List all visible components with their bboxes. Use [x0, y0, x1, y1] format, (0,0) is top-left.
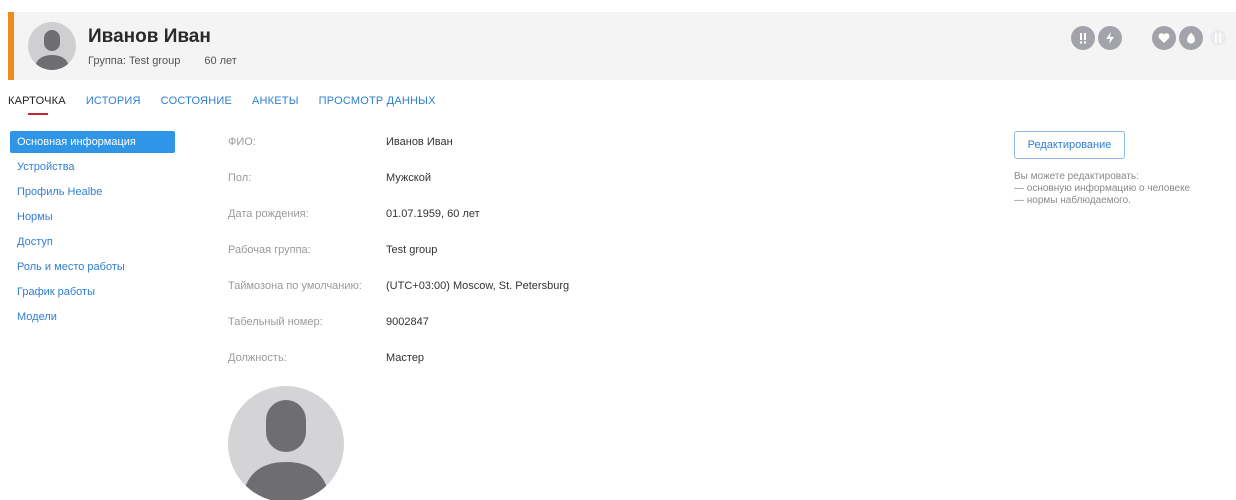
edit-button[interactable]: Редактирование — [1014, 131, 1125, 159]
info-value: 9002847 — [386, 316, 429, 328]
hint-line: — основную информацию о человеке — [1014, 183, 1191, 194]
person-group: Группа: Test group — [88, 55, 181, 67]
header-accent-bar — [8, 12, 14, 80]
info-value: Test group — [386, 244, 438, 256]
info-row-gender: Пол: Мужской — [228, 167, 569, 203]
info-label: Табельный номер: — [228, 316, 323, 328]
sidebar-item-healbe-profile[interactable]: Профиль Healbe — [10, 181, 175, 206]
heart-icon[interactable] — [1152, 26, 1176, 50]
info-value: 01.07.1959, 60 лет — [386, 208, 480, 220]
status-icons — [1071, 26, 1230, 50]
info-label: Дата рождения: — [228, 208, 309, 220]
person-age: 60 лет — [204, 55, 237, 67]
info-label: Должность: — [228, 352, 287, 364]
tab-state[interactable]: СОСТОЯНИЕ — [161, 95, 232, 115]
hint-line: — нормы наблюдаемого. — [1014, 195, 1131, 206]
user-silhouette-icon — [34, 30, 70, 70]
edit-hint: Вы можете редактировать: — основную инфо… — [1014, 171, 1190, 207]
info-row-employee-number: Табельный номер: 9002847 — [228, 311, 569, 347]
info-value: Мастер — [386, 352, 425, 364]
tab-history[interactable]: ИСТОРИЯ — [86, 95, 141, 115]
info-value: (UTC+03:00) Moscow, St. Petersburg — [386, 280, 570, 292]
info-row-birthdate: Дата рождения: 01.07.1959, 60 лет — [228, 203, 569, 239]
info-table: ФИО: Иванов Иван Пол: Мужской Дата рожде… — [228, 131, 569, 383]
sidebar-item-schedule[interactable]: График работы — [10, 281, 175, 306]
profile-header: Иванов Иван Группа: Test group 60 лет — [8, 12, 1236, 80]
info-value: Мужской — [386, 172, 431, 184]
sidebar-item-basic-info[interactable]: Основная информация — [10, 131, 175, 153]
drop-icon[interactable] — [1179, 26, 1203, 50]
tab-card[interactable]: КАРТОЧКА — [8, 95, 66, 115]
info-label: Таймозона по умолчанию: — [228, 280, 362, 292]
person-meta: Группа: Test group 60 лет — [88, 55, 261, 67]
sidebar: Основная информация Устройства Профиль H… — [10, 131, 175, 331]
info-row-position: Должность: Мастер — [228, 347, 569, 383]
info-label: ФИО: — [228, 136, 256, 148]
user-silhouette-icon — [242, 400, 330, 500]
alert-icon[interactable] — [1071, 26, 1095, 50]
fork-icon[interactable] — [1206, 26, 1230, 50]
avatar — [28, 22, 76, 70]
profile-photo — [228, 386, 344, 500]
sidebar-item-role[interactable]: Роль и место работы — [10, 256, 175, 281]
info-label: Рабочая группа: — [228, 244, 311, 256]
info-value: Иванов Иван — [386, 136, 453, 148]
info-row-fio: ФИО: Иванов Иван — [228, 131, 569, 167]
info-label: Пол: — [228, 172, 252, 184]
sidebar-item-devices[interactable]: Устройства — [10, 156, 175, 181]
lightning-icon[interactable] — [1098, 26, 1122, 50]
tab-surveys[interactable]: АНКЕТЫ — [252, 95, 299, 115]
tab-bar: КАРТОЧКА ИСТОРИЯ СОСТОЯНИЕ АНКЕТЫ ПРОСМО… — [8, 95, 436, 115]
moon-icon[interactable] — [1125, 26, 1149, 50]
person-name: Иванов Иван — [88, 26, 211, 47]
info-row-timezone: Таймозона по умолчанию: (UTC+03:00) Mosc… — [228, 275, 569, 311]
tab-data-view[interactable]: ПРОСМОТР ДАННЫХ — [319, 95, 436, 115]
hint-title: Вы можете редактировать: — [1014, 171, 1139, 182]
sidebar-item-norms[interactable]: Нормы — [10, 206, 175, 231]
sidebar-item-access[interactable]: Доступ — [10, 231, 175, 256]
sidebar-item-models[interactable]: Модели — [10, 306, 175, 331]
info-row-workgroup: Рабочая группа: Test group — [228, 239, 569, 275]
